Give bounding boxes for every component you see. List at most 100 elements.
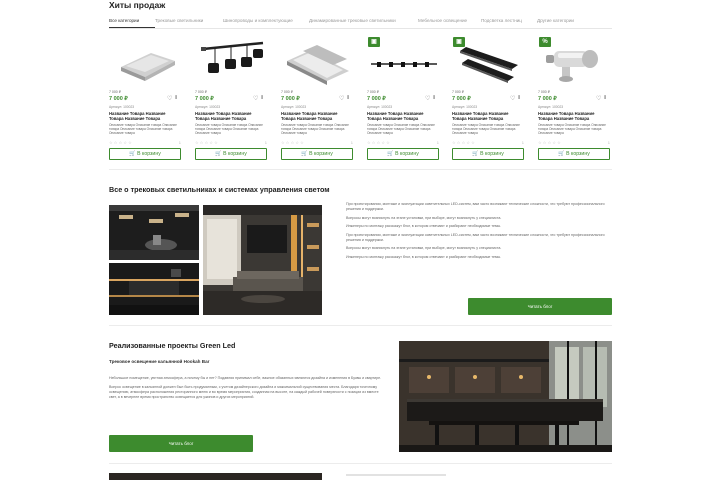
about-title: Все о трековых светильниках и системах у… xyxy=(109,185,330,194)
product-sku: Артикул: 100023 xyxy=(109,105,135,109)
product-description: Описание товара Описание товара Описание… xyxy=(538,123,606,135)
product-card[interactable]: 7 000 ₽ 7 000 ₽ ♡ ⫴ Артикул: 100023 Назв… xyxy=(109,37,183,162)
price-old: 7 000 ₽ xyxy=(109,90,121,94)
product-sku: Артикул: 100023 xyxy=(281,105,307,109)
heart-icon[interactable]: ♡ xyxy=(253,95,258,102)
category-tabs: Все категории Трековые светильники Шиноп… xyxy=(109,17,612,29)
product-card[interactable]: 7 000 ₽ 7 000 ₽ ♡ ⫴ Артикул: 100023 Назв… xyxy=(195,37,269,162)
product-name[interactable]: Название Товара Название Товара Название… xyxy=(367,111,437,121)
product-image[interactable] xyxy=(109,37,183,87)
tab-stair-lighting[interactable]: Подсветка лестниц xyxy=(481,17,537,28)
heart-icon[interactable]: ♡ xyxy=(339,95,344,102)
product-name[interactable]: Название Товара Название Товара Название… xyxy=(452,111,522,121)
product-name[interactable]: Название Товара Название Товара Название… xyxy=(281,111,351,121)
cart-icon: 🛒 xyxy=(129,151,136,157)
add-to-cart-label: В корзину xyxy=(223,151,247,157)
quantity-value[interactable]: 1 xyxy=(179,140,181,145)
heart-icon[interactable]: ♡ xyxy=(510,95,515,102)
tab-furniture-lighting[interactable]: Мебельное освещение xyxy=(418,17,481,28)
rating-stars: ☆☆☆☆☆ 1 xyxy=(538,140,610,145)
price-old: 7 000 ₽ xyxy=(538,90,550,94)
heart-icon[interactable]: ♡ xyxy=(596,95,601,102)
about-text: При проектировании, монтаже и эксплуатац… xyxy=(346,202,612,263)
price: 7 000 ₽ xyxy=(367,96,386,102)
tab-all-categories[interactable]: Все категории xyxy=(109,17,155,28)
add-to-cart-button[interactable]: 🛒 В корзину xyxy=(367,148,439,160)
gift-icon: ▣ xyxy=(453,37,465,47)
product-image[interactable] xyxy=(281,37,355,87)
quantity-value[interactable]: 1 xyxy=(608,140,610,145)
price: 7 000 ₽ xyxy=(281,96,300,102)
cart-icon: 🛒 xyxy=(215,151,222,157)
product-description: Описание товара Описание товара Описание… xyxy=(367,123,435,135)
product-card[interactable]: % 7 000 ₽ 7 000 ₽ ♡ ⫴ Артикул: 100023 На… xyxy=(538,37,612,162)
product-name[interactable]: Название Товара Название Товара Название… xyxy=(109,111,179,121)
rating-stars: ☆☆☆☆☆ 1 xyxy=(109,140,181,145)
price: 7 000 ₽ xyxy=(538,96,557,102)
heart-icon[interactable]: ♡ xyxy=(167,95,172,102)
about-paragraph: Вопросы могут возникнуть на этапе устано… xyxy=(346,215,502,220)
product-name[interactable]: Название Товара Название Товара Название… xyxy=(538,111,608,121)
project-text: Небольшое помещение, уютная атмосфера, а… xyxy=(109,376,387,404)
rating-stars: ☆☆☆☆☆ 1 xyxy=(367,140,439,145)
heart-icon[interactable]: ♡ xyxy=(425,95,430,102)
add-to-cart-button[interactable]: 🛒 В корзину xyxy=(538,148,610,160)
about-paragraph: Инженеры по монтажу расскажут блог, в ко… xyxy=(346,224,502,228)
tab-dimmable-track-lights[interactable]: Динамированные трековые светильники xyxy=(309,17,418,28)
hits-title: Хиты продаж xyxy=(109,0,166,10)
price-old: 7 000 ₽ xyxy=(452,90,464,94)
add-to-cart-button[interactable]: 🛒 В корзину xyxy=(452,148,524,160)
project-paragraph: Вопрос освещение в кальянной должен был … xyxy=(109,385,379,399)
projects-title: Реализованные проекты Green Led xyxy=(109,341,236,350)
compare-icon[interactable]: ⫴ xyxy=(261,95,263,101)
compare-icon[interactable]: ⫴ xyxy=(347,95,349,101)
product-image[interactable]: % xyxy=(538,37,612,87)
cart-icon: 🛒 xyxy=(472,151,479,157)
product-image[interactable]: ▣ xyxy=(452,37,526,87)
compare-icon[interactable]: ⫴ xyxy=(604,95,606,101)
project-photo xyxy=(399,341,612,452)
product-grid: 7 000 ₽ 7 000 ₽ ♡ ⫴ Артикул: 100023 Назв… xyxy=(109,37,612,162)
product-image[interactable]: ▣ xyxy=(367,37,441,87)
quantity-value[interactable]: 1 xyxy=(351,140,353,145)
quantity-value[interactable]: 1 xyxy=(437,140,439,145)
read-project-button[interactable]: Читать блог xyxy=(109,435,253,452)
product-description: Описание товара Описание товара Описание… xyxy=(452,123,520,135)
product-card[interactable]: ▣ 7 000 ₽ 7 000 ₽ ♡ ⫴ Артикул: 100023 На… xyxy=(452,37,526,162)
product-sku: Артикул: 100023 xyxy=(452,105,478,109)
price: 7 000 ₽ xyxy=(452,96,471,102)
cart-icon: 🛒 xyxy=(387,151,394,157)
compare-icon[interactable]: ⫴ xyxy=(433,95,435,101)
product-image[interactable] xyxy=(195,37,269,87)
compare-icon[interactable]: ⫴ xyxy=(175,95,177,101)
price-old: 7 000 ₽ xyxy=(367,90,379,94)
product-sku: Артикул: 100023 xyxy=(367,105,393,109)
about-paragraph: При проектировании, монтаже и эксплуатац… xyxy=(346,202,605,211)
quantity-value[interactable]: 1 xyxy=(265,140,267,145)
compare-icon[interactable]: ⫴ xyxy=(518,95,520,101)
add-to-cart-button[interactable]: 🛒 В корзину xyxy=(109,148,181,160)
cart-icon: 🛒 xyxy=(301,151,308,157)
product-card[interactable]: 7 000 ₽ 7 000 ₽ ♡ ⫴ Артикул: 100023 Назв… xyxy=(281,37,355,162)
product-description: Описание товара Описание товара Описание… xyxy=(281,123,349,135)
gift-icon: ▣ xyxy=(368,37,380,47)
tab-busbars[interactable]: Шинопроводы и комплектующие xyxy=(223,17,309,28)
tab-track-lights[interactable]: Трековые светильники xyxy=(155,17,223,28)
add-to-cart-button[interactable]: 🛒 В корзину xyxy=(195,148,267,160)
add-to-cart-button[interactable]: 🛒 В корзину xyxy=(281,148,353,160)
add-to-cart-label: В корзину xyxy=(137,151,161,157)
next-section-line xyxy=(346,474,446,476)
quantity-value[interactable]: 1 xyxy=(522,140,524,145)
tab-other-categories[interactable]: Другие категории xyxy=(537,17,582,28)
add-to-cart-label: В корзину xyxy=(395,151,419,157)
about-paragraph: При проектировании, монтаже и эксплуатац… xyxy=(346,232,605,242)
product-sku: Артикул: 100023 xyxy=(538,105,564,109)
product-name[interactable]: Название Товара Название Товара Название… xyxy=(195,111,265,121)
project-subtitle: Трековое освещение кальянной Hookah Bar xyxy=(109,359,210,364)
read-blog-button[interactable]: Читать блог xyxy=(468,298,612,315)
about-photo-2 xyxy=(109,263,199,315)
discount-badge: % xyxy=(539,37,551,47)
next-section-photo xyxy=(109,473,322,480)
project-paragraph: Небольшое помещение, уютная атмосфера, а… xyxy=(109,376,382,380)
product-card[interactable]: ▣ 7 000 ₽ 7 000 ₽ ♡ ⫴ Артикул: 100023 На… xyxy=(367,37,441,162)
